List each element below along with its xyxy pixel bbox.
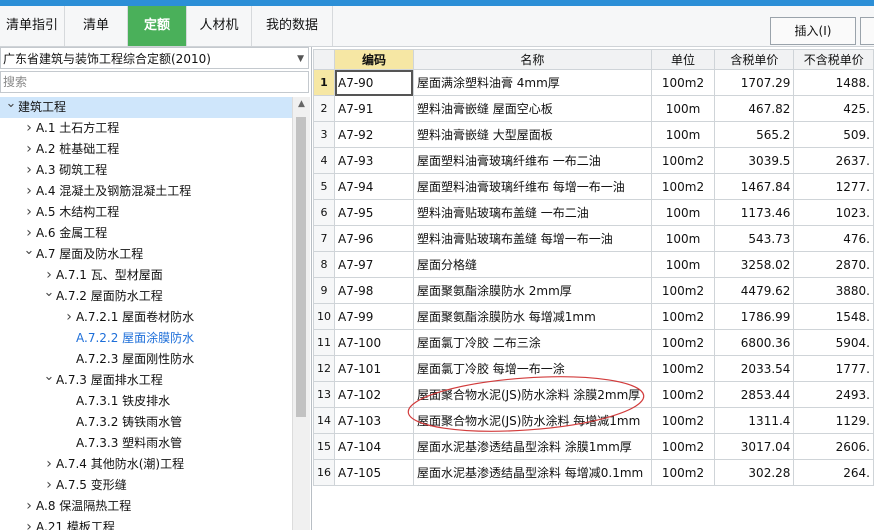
chevron-down-icon[interactable]: ⌄ [42,286,56,300]
tree-node[interactable]: › A.7.5 变形缝 [42,475,127,496]
tree-node-label: A.7.3 屋面排水工程 [56,373,163,387]
tree-node[interactable]: › A.7.1 瓦、型材屋面 [42,265,163,286]
scroll-up-icon[interactable]: ▲ [293,99,310,109]
tab-my-data[interactable]: 我的数据 [252,6,333,46]
quota-tree: ⌄ 建筑工程 › A.1 土石方工程 › A.2 桩基础工程 › A.3 砌筑工程 › A.4 混… [0,97,292,530]
chevron-right-icon[interactable]: › [22,139,36,160]
tree-node-label: A.21 模板工程 [36,520,115,530]
annotation-overlay [407,376,645,432]
tree-node[interactable]: A.7.2.2 屋面涂膜防水 [62,328,194,349]
tree-node-label: A.6 金属工程 [36,226,108,240]
chevron-right-icon[interactable]: › [62,307,76,328]
quota-library-value: 广东省建筑与装饰工程综合定额(2010) [3,52,211,66]
tree-node-label: A.7.2.2 屋面涂膜防水 [76,331,195,345]
tab-quota[interactable]: 定额 [128,6,187,46]
chevron-right-icon[interactable]: › [22,160,36,181]
tree-node[interactable]: ⌄ 建筑工程 [0,97,292,118]
tree-node[interactable]: › A.3 砌筑工程 [22,160,107,181]
tree-node-label: A.7.3.1 铁皮排水 [76,394,171,408]
search-input[interactable]: 搜索 [0,71,309,93]
chevron-down-icon[interactable]: ⌄ [22,244,36,258]
tree-node-label: A.7.3.2 铸铁雨水管 [76,415,183,429]
chevron-right-icon[interactable]: › [42,265,56,286]
tree-node-label: A.7.2.3 屋面刚性防水 [76,352,195,366]
tree-node[interactable]: ⌄ A.7.2 屋面防水工程 [42,286,163,307]
chevron-right-icon[interactable]: › [22,202,36,223]
tree-node[interactable]: › A.6 金属工程 [22,223,107,244]
tree-node-label: A.7.2 屋面防水工程 [56,289,163,303]
tree-node-label: A.7.5 变形缝 [56,478,127,492]
tree-node[interactable]: › A.8 保温隔热工程 [22,496,131,517]
tree-node[interactable]: › A.5 木结构工程 [22,202,119,223]
tree-node[interactable]: › A.7.4 其他防水(潮)工程 [42,454,184,475]
chevron-right-icon[interactable]: › [22,118,36,139]
quota-table-panel: 编码 名称 单位 含税单价 不含税单价 1 A7-90 屋面满涂塑料油膏 4mm厚 1… [313,49,874,530]
tree-node[interactable]: › A.7.2.1 屋面卷材防水 [62,307,194,328]
tree-node[interactable]: A.7.2.3 屋面刚性防水 [62,349,194,370]
tab-bill-guide[interactable]: 清单指引 [0,6,65,46]
tree-node[interactable]: › A.2 桩基础工程 [22,139,119,160]
chevron-right-icon[interactable]: › [42,475,56,496]
tree-node-label: A.7.2.1 屋面卷材防水 [76,310,195,324]
tree-node[interactable]: A.7.3.1 铁皮排水 [62,391,170,412]
chevron-right-icon[interactable]: › [22,517,36,530]
chevron-right-icon[interactable]: › [22,496,36,517]
tree-node[interactable]: A.7.3.3 塑料雨水管 [62,433,182,454]
quota-library-select[interactable]: 广东省建筑与装饰工程综合定额(2010) ▼ [0,47,309,69]
tree-node-label: A.5 木结构工程 [36,205,120,219]
scrollbar-thumb[interactable] [296,117,306,417]
tree-node-label: A.8 保温隔热工程 [36,499,132,513]
tree-node[interactable]: › A.21 模板工程 [22,517,115,530]
tree-node-label: A.2 桩基础工程 [36,142,120,156]
tree-node-label: A.3 砌筑工程 [36,163,108,177]
tab-bill[interactable]: 清单 [65,6,128,46]
tree-scrollbar[interactable]: ▲ [292,97,310,530]
tree-node[interactable]: ⌄ A.7.3 屋面排水工程 [42,370,163,391]
tree-node-label: A.7.3.3 塑料雨水管 [76,436,183,450]
tree-node-label: A.4 混凝土及钢筋混凝土工程 [36,184,192,198]
tree-node-label: A.7.4 其他防水(潮)工程 [56,457,185,471]
tree-node[interactable]: › A.4 混凝土及钢筋混凝土工程 [22,181,191,202]
tree-node-label: A.7.1 瓦、型材屋面 [56,268,163,282]
tree-node-label: A.1 土石方工程 [36,121,120,135]
insert-button[interactable]: 插入(I) [770,17,856,45]
chevron-down-icon[interactable]: ⌄ [42,370,56,384]
chevron-right-icon[interactable]: › [22,223,36,244]
tree-node[interactable]: › A.1 土石方工程 [22,118,119,139]
left-panel: 广东省建筑与装饰工程综合定额(2010) ▼ 搜索 ⌄ 建筑工程 › A.1 土石方工… [0,47,312,530]
tree-node-label: A.7 屋面及防水工程 [36,247,144,261]
tab-bar: 清单指引 清单 定额 人材机 我的数据 插入(I) [0,6,874,47]
tree-node-label: 建筑工程 [18,100,67,114]
tree-node[interactable]: ⌄ A.7 屋面及防水工程 [22,244,144,265]
chevron-right-icon[interactable]: › [22,181,36,202]
tab-labor-material-machine[interactable]: 人材机 [187,6,252,46]
red-annotation-circle [407,376,645,432]
toolbar-button-2[interactable] [860,17,874,45]
tree-node[interactable]: A.7.3.2 铸铁雨水管 [62,412,182,433]
chevron-down-icon[interactable]: ⌄ [4,97,18,111]
chevron-right-icon[interactable]: › [42,454,56,475]
chevron-down-icon[interactable]: ▼ [297,48,304,70]
